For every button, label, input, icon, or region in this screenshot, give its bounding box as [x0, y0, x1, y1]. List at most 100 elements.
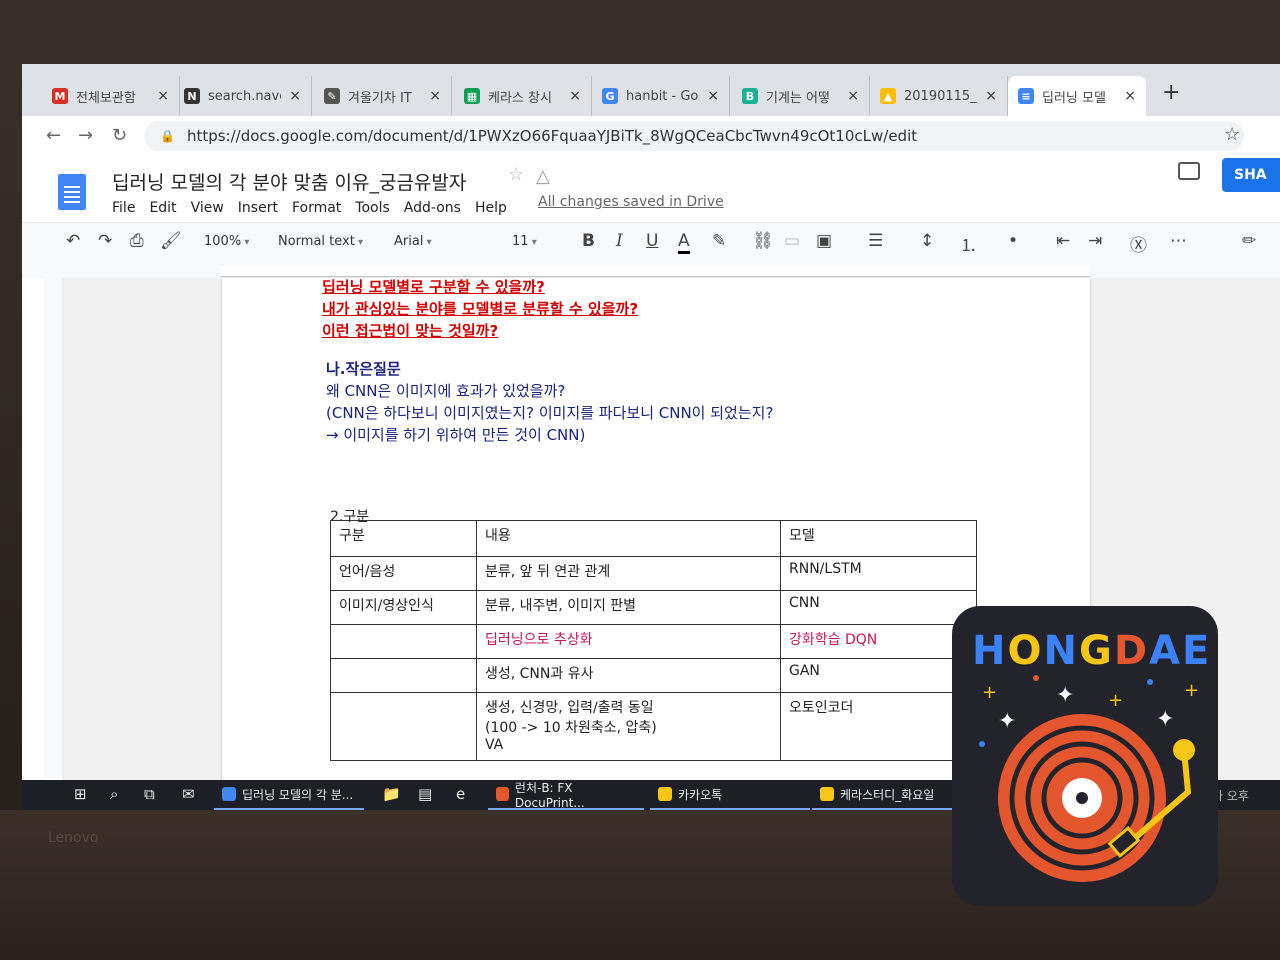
font-size-select[interactable]: 11 [512, 234, 537, 249]
close-tab-icon[interactable]: × [569, 88, 581, 104]
table-cell[interactable]: 생성, 신경망, 입력/출력 동일 (100 -> 10 차원축소, 압축) V… [476, 692, 781, 761]
browser-tab-label: 기계는 어떻 [766, 90, 830, 106]
task-view-icon[interactable]: ⧉ [144, 785, 155, 803]
close-tab-icon[interactable]: × [1124, 88, 1136, 104]
forward-icon[interactable]: → [78, 125, 93, 146]
search-icon[interactable]: ⌕ [110, 785, 118, 803]
underline-icon[interactable]: U [646, 231, 658, 251]
table-cell[interactable]: 강화학습 DQN [780, 624, 977, 659]
bulleted-list-icon[interactable]: • [1008, 231, 1018, 251]
text-color-icon[interactable]: A [678, 231, 690, 254]
browser-tab[interactable]: ▦ 케라스 창시 × [454, 76, 592, 116]
table-cell[interactable]: CNN [780, 590, 977, 625]
print-icon[interactable]: ⎙ [130, 231, 144, 251]
new-tab-button[interactable]: + [1162, 80, 1180, 105]
numbered-list-icon[interactable]: ⒈ [960, 231, 977, 256]
menu-item-insert[interactable]: Insert [238, 200, 278, 216]
browser-tab[interactable]: B 기계는 어떻 × [732, 76, 870, 116]
italic-icon[interactable]: I [616, 231, 623, 251]
comments-icon[interactable] [1178, 162, 1200, 180]
windows-start-icon[interactable]: ⊞ [74, 785, 87, 803]
menu-item-help[interactable]: Help [475, 200, 507, 216]
align-icon[interactable]: ☰ [868, 231, 883, 251]
browser-tab[interactable]: ▲ 20190115_ × [870, 76, 1008, 116]
move-to-drive-icon[interactable]: △ [536, 166, 550, 187]
header-cell-model[interactable]: 모델 [780, 520, 977, 557]
bookmark-star-icon[interactable]: ☆ [1224, 124, 1240, 145]
close-tab-icon[interactable]: × [429, 88, 441, 104]
table-cell[interactable] [330, 624, 477, 659]
table-cell[interactable]: 오토인코더 [780, 692, 977, 761]
clear-formatting-icon[interactable]: Ⓧ [1130, 231, 1147, 256]
close-tab-icon[interactable]: × [847, 88, 859, 104]
increase-indent-icon[interactable]: ⇥ [1088, 231, 1102, 251]
vertical-ruler[interactable] [44, 278, 63, 778]
taskbar-app-chrome[interactable]: 딥러닝 모델의 각 분... [214, 780, 364, 810]
reload-icon[interactable]: ↻ [112, 125, 127, 146]
menu-item-edit[interactable]: Edit [149, 200, 176, 216]
browser-tab[interactable]: Nsearch.nave × [174, 76, 312, 116]
table-cell[interactable]: 분류, 내주변, 이미지 판별 [476, 590, 781, 625]
formatting-toolbar: ↶ ↷ ⎙ 🖌 100% Normal text Arial 11 B I U … [22, 222, 1280, 264]
table-cell[interactable]: GAN [780, 658, 977, 693]
image-icon[interactable]: ▣ [816, 231, 832, 251]
header-cell-content[interactable]: 내용 [476, 520, 781, 557]
style-select[interactable]: Normal text [278, 234, 363, 249]
highlight-icon[interactable]: ✎ [712, 231, 726, 251]
save-status[interactable]: All changes saved in Drive [538, 194, 724, 210]
close-tab-icon[interactable]: × [157, 88, 169, 104]
address-bar[interactable]: 🔒 https://docs.google.com/document/d/1PW… [144, 121, 1244, 151]
mail-icon[interactable]: ✉ [182, 785, 195, 803]
link-icon[interactable]: ⛓ [752, 231, 774, 251]
undo-icon[interactable]: ↶ [66, 231, 80, 251]
editing-mode-icon[interactable]: ✏ [1242, 231, 1256, 251]
table-cell[interactable]: 분류, 앞 뒤 연관 관계 [476, 556, 781, 591]
close-tab-icon[interactable]: × [289, 88, 301, 104]
back-icon[interactable]: ← [46, 125, 61, 146]
star-document-icon[interactable]: ☆ [508, 164, 524, 185]
browser-tab[interactable]: Ghanbit - Go × [592, 76, 730, 116]
table-cell[interactable]: 언어/음성 [330, 556, 477, 591]
docs-logo-icon[interactable] [58, 174, 86, 210]
store-icon[interactable]: ▤ [418, 785, 432, 803]
table-cell[interactable] [330, 658, 477, 693]
browser-tab-label: 전체보관함 [76, 90, 136, 106]
share-button[interactable]: SHA [1222, 158, 1280, 192]
decrease-indent-icon[interactable]: ⇤ [1056, 231, 1070, 251]
zoom-select[interactable]: 100% [204, 234, 249, 249]
redo-icon[interactable]: ↷ [98, 231, 112, 251]
paint-format-icon[interactable]: 🖌 [160, 231, 182, 251]
browser-tab[interactable]: ✎ 겨울기차 IT × [314, 76, 452, 116]
menu-item-format[interactable]: Format [292, 200, 341, 216]
horizontal-ruler[interactable] [22, 262, 1280, 278]
header-cell-category[interactable]: 구분 [330, 520, 477, 557]
close-tab-icon[interactable]: × [985, 88, 997, 104]
more-icon[interactable]: ⋯ [1170, 231, 1187, 251]
close-tab-icon[interactable]: × [707, 88, 719, 104]
bold-icon[interactable]: B [582, 231, 595, 251]
document-title[interactable]: 딥러닝 모델의 각 분야 맞춤 이유_궁금유발자 [112, 168, 466, 195]
browser-tab[interactable]: M 전체보관함 × [42, 76, 180, 116]
menu-item-file[interactable]: File [112, 200, 135, 216]
browser-tab[interactable]: ≡ 딥러닝 모델 × [1008, 76, 1146, 116]
edge-icon[interactable]: e [456, 785, 465, 803]
table-cell[interactable]: 이미지/영상인식 [330, 590, 477, 625]
app-icon: B [742, 88, 758, 104]
table-cell[interactable]: RNN/LSTM [780, 556, 977, 591]
menu-item-add-ons[interactable]: Add-ons [404, 200, 461, 216]
small-question-heading: 나.작은질문 [326, 360, 401, 378]
menu-item-tools[interactable]: Tools [355, 200, 390, 216]
taskbar-app-launcher[interactable]: 런처-B: FX DocuPrint... [488, 780, 644, 810]
taskbar-app-kakao-chat[interactable]: 케라스터디_화요일 [812, 780, 952, 810]
font-select[interactable]: Arial [394, 234, 474, 249]
folder-icon[interactable]: 📁 [382, 785, 401, 803]
comment-add-icon[interactable]: ▭ [784, 231, 800, 251]
menu-item-view[interactable]: View [191, 200, 224, 216]
line-spacing-icon[interactable]: ↕ [920, 231, 934, 251]
svg-text:✦: ✦ [1056, 683, 1074, 708]
table-cell[interactable] [330, 692, 477, 761]
taskbar-app-kakaotalk[interactable]: 카카오톡 [650, 780, 810, 810]
table-cell[interactable]: 딥러닝으로 추상화 [476, 624, 781, 659]
laptop-brand: Lenovo [48, 830, 99, 846]
table-cell[interactable]: 생성, CNN과 유사 [476, 658, 781, 693]
